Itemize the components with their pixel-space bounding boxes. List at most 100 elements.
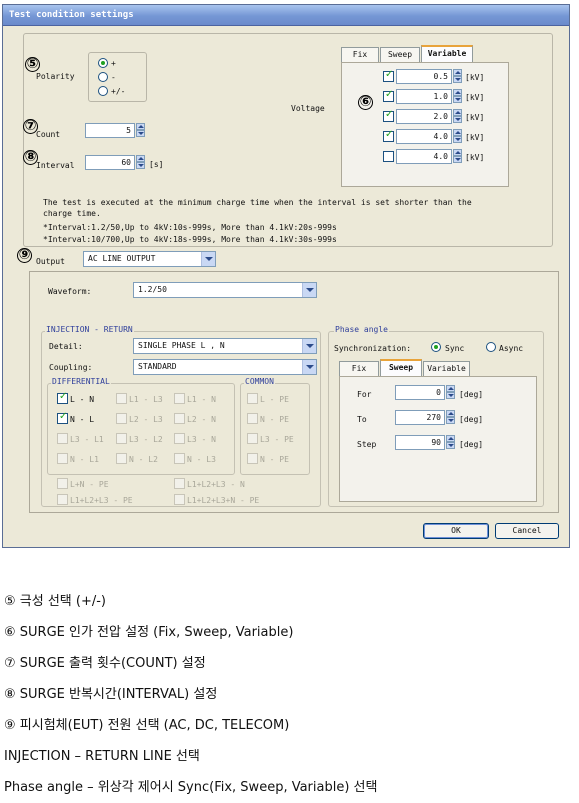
async-radio[interactable] <box>486 342 496 352</box>
detail-label: Detail: <box>49 342 83 351</box>
voltage-row-4-checkbox[interactable] <box>383 129 394 142</box>
output-select[interactable]: AC LINE OUTPUT <box>83 251 216 267</box>
voltage-tab-sweep[interactable]: Sweep <box>380 47 420 62</box>
interval-label: Interval <box>36 161 75 170</box>
voltage-row-5-input[interactable]: 4.0 <box>396 149 452 164</box>
coupling-select-value: STANDARD <box>138 362 177 371</box>
voltage-row-1-spinner[interactable] <box>453 69 462 84</box>
injection-title: INJECTION - RETURN <box>45 325 134 334</box>
polarity-plus-label: + <box>111 59 116 68</box>
voltage-row-4-input[interactable]: 4.0 <box>396 129 452 144</box>
phase-to-input[interactable]: 270 <box>395 410 445 425</box>
common-n-pe-2-checkbox[interactable] <box>247 453 258 464</box>
common-n-pe-checkbox[interactable] <box>247 413 258 424</box>
voltage-row-5-spinner[interactable] <box>453 149 462 164</box>
phase-to-unit: [deg] <box>459 415 484 424</box>
doc-line-7: Phase angle – 위상각 제어시 Sync(Fix, Sweep, V… <box>4 780 378 795</box>
combo-l123-n-checkbox[interactable] <box>174 478 185 489</box>
polarity-both-radio[interactable] <box>98 86 108 96</box>
voltage-row-1-input[interactable]: 0.5 <box>396 69 452 84</box>
diff-n-l-label: N - L <box>70 415 95 424</box>
voltage-row-3-checkbox[interactable] <box>383 109 394 122</box>
common-n-pe-2-label: N - PE <box>260 455 289 464</box>
diff-l2-l3-checkbox[interactable] <box>116 413 127 424</box>
waveform-select[interactable]: 1.2/50 <box>133 282 317 298</box>
voltage-label: Voltage <box>291 104 325 113</box>
diff-l2-l3-label: L2 - L3 <box>129 415 163 424</box>
window-title: Test condition settings <box>9 10 134 20</box>
note-line-2: charge time. <box>43 209 101 218</box>
polarity-label: Polarity <box>36 72 75 81</box>
coupling-label: Coupling: <box>49 363 93 372</box>
voltage-tab-fix[interactable]: Fix <box>341 47 379 62</box>
diff-l3-n-checkbox[interactable] <box>174 433 185 444</box>
coupling-select[interactable]: STANDARD <box>133 359 317 375</box>
combo-ln-pe-label: L+N - PE <box>70 480 109 489</box>
sync-radio[interactable] <box>431 342 441 352</box>
async-radio-label: Async <box>499 344 524 353</box>
chevron-down-icon <box>201 252 215 266</box>
note-line-1: The test is executed at the minimum char… <box>43 198 472 207</box>
cancel-button[interactable]: Cancel <box>495 523 559 539</box>
combo-l123n-pe-checkbox[interactable] <box>174 494 185 505</box>
polarity-minus-radio[interactable] <box>98 72 108 82</box>
count-input[interactable]: 5 <box>85 123 135 138</box>
combo-l123-pe-checkbox[interactable] <box>57 494 68 505</box>
voltage-row-2-checkbox[interactable] <box>383 89 394 102</box>
diff-n-l3-checkbox[interactable] <box>174 453 185 464</box>
phase-for-spinner[interactable] <box>446 385 455 400</box>
diff-l-n-label: L - N <box>70 395 95 404</box>
common-l3-pe-checkbox[interactable] <box>247 433 258 444</box>
voltage-row-2-unit: [kV] <box>465 93 485 102</box>
diff-l-n-checkbox[interactable] <box>57 391 68 404</box>
count-spinner[interactable] <box>136 123 145 138</box>
voltage-row-4-spinner[interactable] <box>453 129 462 144</box>
voltage-row-3-spinner[interactable] <box>453 109 462 124</box>
output-select-value: AC LINE OUTPUT <box>88 254 156 263</box>
chevron-down-icon <box>302 283 316 297</box>
combo-ln-pe-checkbox[interactable] <box>57 478 68 489</box>
chevron-down-icon <box>302 360 316 374</box>
phase-step-input[interactable]: 90 <box>395 435 445 450</box>
diff-l3-l2-label: L3 - L2 <box>129 435 163 444</box>
diff-l3-l1-checkbox[interactable] <box>57 433 68 444</box>
phase-to-spinner[interactable] <box>446 410 455 425</box>
doc-line-2: ⑥ SURGE 인가 전압 설정 (Fix, Sweep, Variable) <box>4 625 294 640</box>
phase-to-label: To <box>357 415 367 424</box>
interval-unit: [s] <box>149 160 164 169</box>
phase-tab-sweep[interactable]: Sweep <box>380 359 422 376</box>
sync-radio-label: Sync <box>445 344 465 353</box>
doc-line-4: ⑧ SURGE 반복시간(INTERVAL) 설정 <box>4 687 218 702</box>
phase-angle-title: Phase angle <box>334 325 389 334</box>
voltage-row-5-checkbox[interactable] <box>383 151 394 162</box>
ok-button[interactable]: OK <box>423 523 489 539</box>
marker-6: ⑥ <box>358 94 373 110</box>
diff-l1-l3-checkbox[interactable] <box>116 393 127 404</box>
interval-spinner[interactable] <box>136 155 145 170</box>
common-l-pe-checkbox[interactable] <box>247 393 258 404</box>
phase-for-input[interactable]: 0 <box>395 385 445 400</box>
detail-select[interactable]: SINGLE PHASE L , N <box>133 338 317 354</box>
voltage-row-1-unit: [kV] <box>465 73 485 82</box>
diff-l2-n-label: L2 - N <box>187 415 216 424</box>
polarity-plus-radio[interactable] <box>98 58 108 68</box>
interval-input[interactable]: 60 <box>85 155 135 170</box>
phase-tab-fix[interactable]: Fix <box>339 361 379 376</box>
diff-n-l2-checkbox[interactable] <box>116 453 127 464</box>
voltage-row-2-spinner[interactable] <box>453 89 462 104</box>
voltage-tab-variable[interactable]: Variable <box>421 45 473 62</box>
voltage-row-3-input[interactable]: 2.0 <box>396 109 452 124</box>
marker-5: ⑤ <box>25 56 40 72</box>
diff-n-l1-checkbox[interactable] <box>57 453 68 464</box>
diff-l3-l2-checkbox[interactable] <box>116 433 127 444</box>
waveform-label: Waveform: <box>48 287 92 296</box>
voltage-row-1-checkbox[interactable] <box>383 69 394 82</box>
voltage-row-2-input[interactable]: 1.0 <box>396 89 452 104</box>
phase-tab-variable[interactable]: Variable <box>423 361 470 376</box>
phase-step-spinner[interactable] <box>446 435 455 450</box>
diff-l2-n-checkbox[interactable] <box>174 413 185 424</box>
doc-line-6: INJECTION – RETURN LINE 선택 <box>4 749 200 764</box>
diff-n-l-checkbox[interactable] <box>57 411 68 424</box>
diff-l1-n-checkbox[interactable] <box>174 393 185 404</box>
test-condition-window: Test condition settings ⑤ Polarity + - +… <box>2 4 570 548</box>
